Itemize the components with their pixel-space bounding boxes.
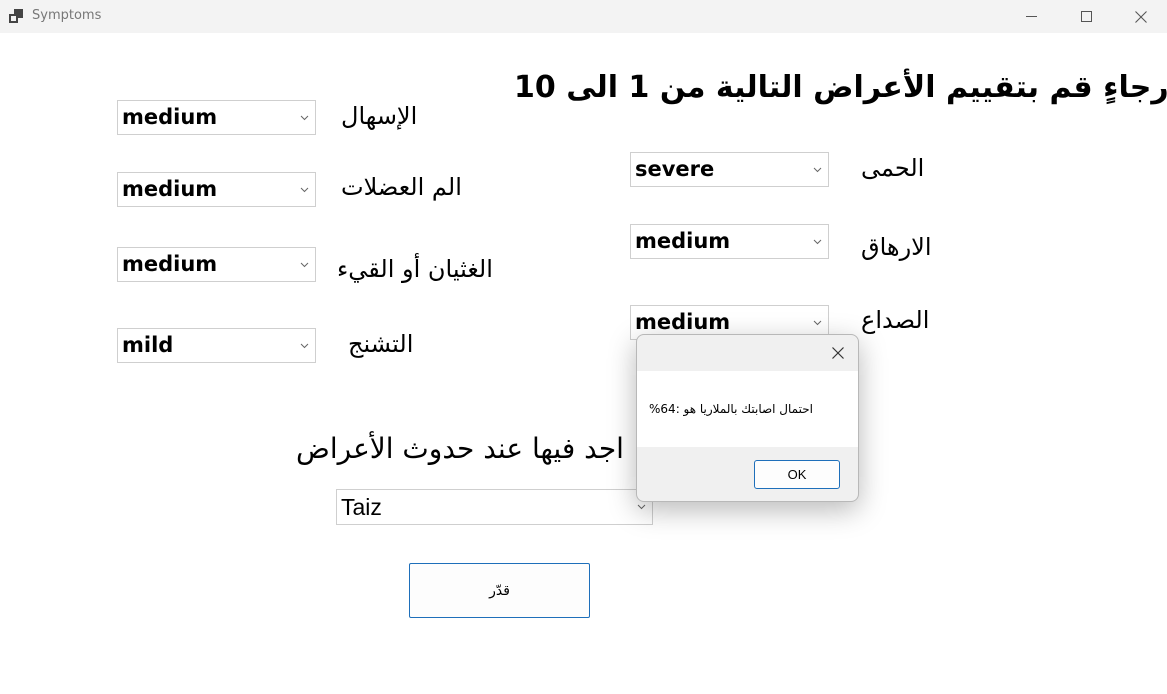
combo-value: severe <box>635 157 715 181</box>
dialog-close-button[interactable] <box>826 341 850 365</box>
close-icon <box>832 347 844 359</box>
chevron-down-icon <box>300 262 309 268</box>
chevron-down-icon <box>813 320 822 326</box>
app-window-icon <box>9 9 23 23</box>
fatigue-severity-combo[interactable]: medium <box>630 224 829 259</box>
combo-value: medium <box>122 177 218 201</box>
estimate-button[interactable]: قدّر <box>409 563 590 618</box>
combo-value: medium <box>122 252 218 276</box>
convulsion-severity-combo[interactable]: mild <box>117 328 316 363</box>
chevron-down-icon <box>813 239 822 245</box>
combo-value: medium <box>635 310 731 334</box>
combo-value: mild <box>122 333 174 357</box>
maximize-icon <box>1080 11 1092 22</box>
convulsion-label: التشنج <box>348 330 414 358</box>
muscle-pain-severity-combo[interactable]: medium <box>117 172 316 207</box>
close-button[interactable] <box>1113 0 1167 33</box>
fever-label: الحمى <box>861 154 925 182</box>
ok-button[interactable]: OK <box>754 460 840 489</box>
chevron-down-icon <box>637 504 646 510</box>
dialog-message: %احتمال اصابتك بالملاريا هو :64 <box>649 402 813 416</box>
chevron-down-icon <box>813 167 822 173</box>
window-title: Symptoms <box>32 8 102 23</box>
muscle-pain-label: الم العضلات <box>341 173 462 201</box>
combo-value: medium <box>122 105 218 129</box>
close-icon <box>1135 10 1147 23</box>
result-dialog: %احتمال اصابتك بالملاريا هو :64 OK <box>636 334 859 502</box>
diarrhea-severity-combo[interactable]: medium <box>117 100 316 135</box>
combo-value: medium <box>635 229 731 253</box>
fatigue-label: الارهاق <box>861 233 932 261</box>
nausea-label: الغثيان أو القيء <box>337 255 493 283</box>
chevron-down-icon <box>300 187 309 193</box>
fever-severity-combo[interactable]: severe <box>630 152 829 187</box>
minimize-icon <box>1025 16 1037 17</box>
title-bar: Symptoms <box>0 0 1167 33</box>
location-heading: اجد فيها عند حدوث الأعراض <box>296 432 624 465</box>
maximize-button[interactable] <box>1058 0 1114 33</box>
diarrhea-label: الإسهال <box>341 102 418 130</box>
nausea-severity-combo[interactable]: medium <box>117 247 316 282</box>
city-combo[interactable]: Taiz <box>336 489 653 525</box>
city-value: Taiz <box>341 494 382 520</box>
chevron-down-icon <box>300 343 309 349</box>
dialog-body: %احتمال اصابتك بالملاريا هو :64 <box>637 371 858 447</box>
rating-instructions-heading: رجاءٍ قم بتقييم الأعراض التالية من 1 الى… <box>514 70 1167 105</box>
headache-label: الصداع <box>861 306 930 334</box>
chevron-down-icon <box>300 115 309 121</box>
minimize-button[interactable] <box>1003 0 1059 33</box>
